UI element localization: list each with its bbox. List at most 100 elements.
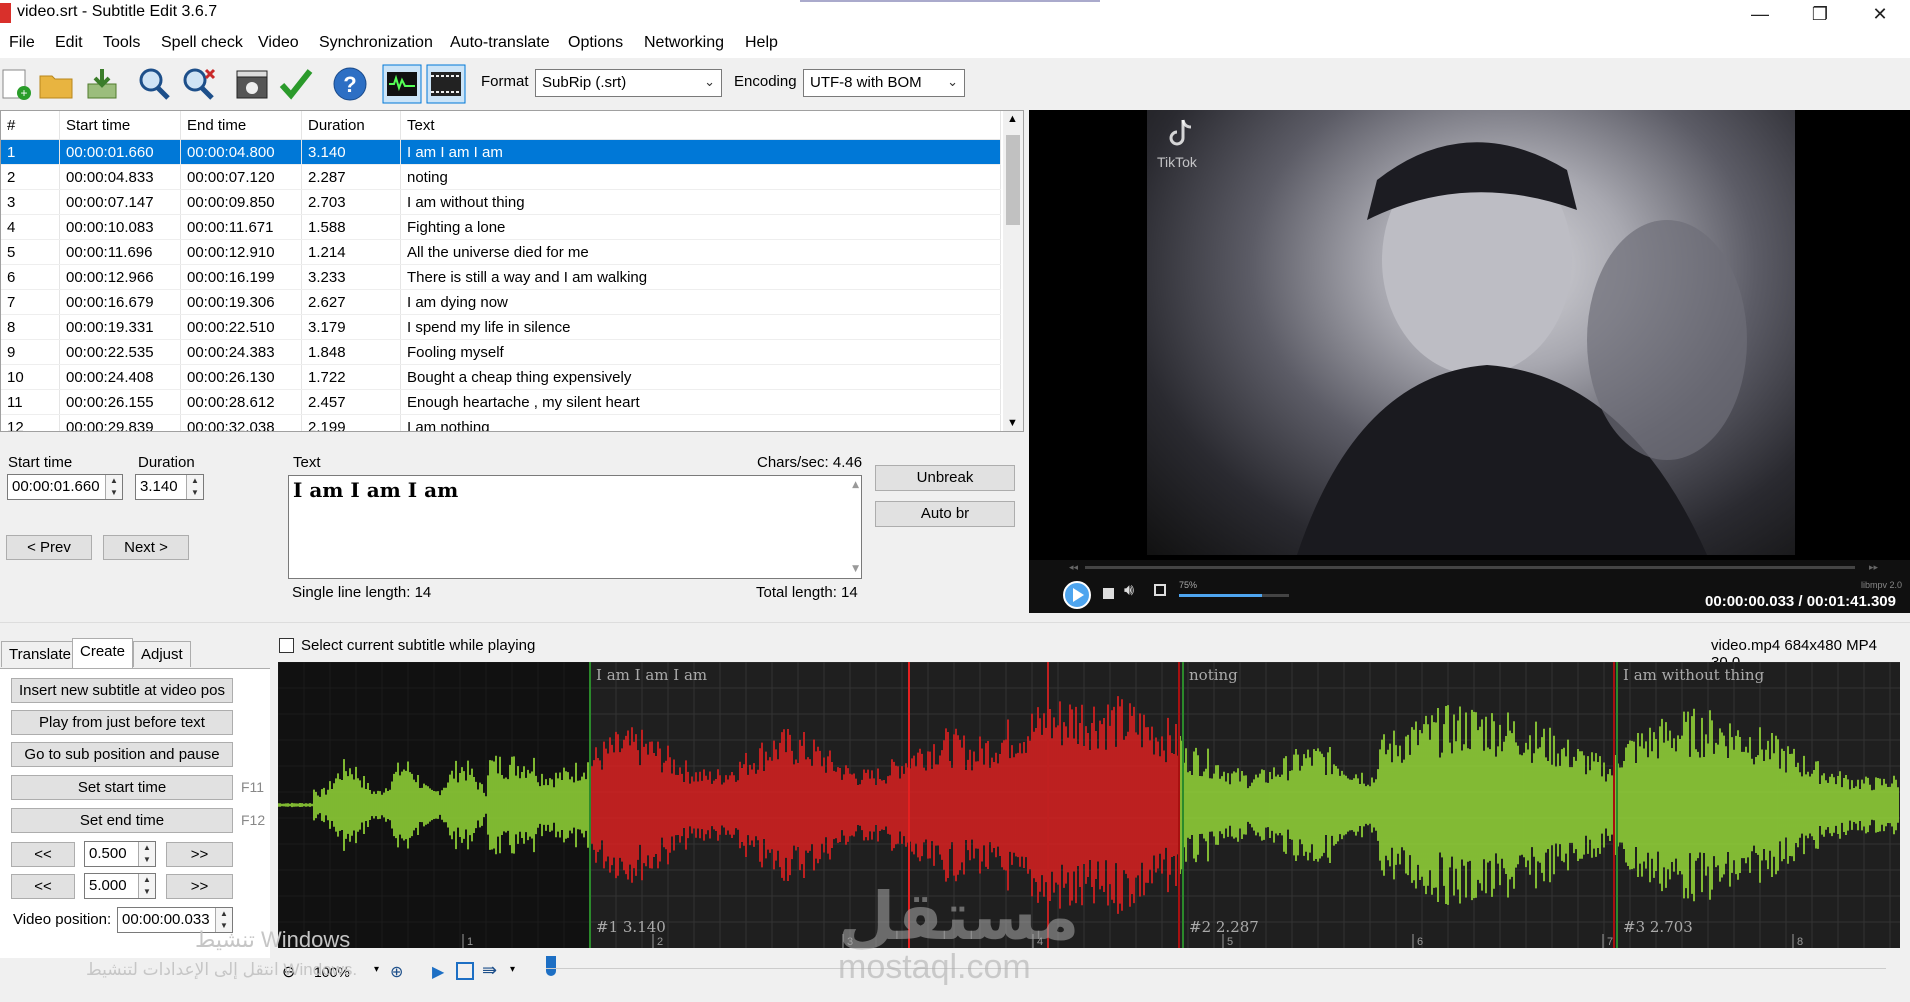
menu-tools[interactable]: Tools (103, 34, 140, 52)
close-button[interactable]: ✕ (1850, 0, 1910, 28)
seek-back-icon[interactable]: ◂◂ (1069, 562, 1078, 573)
table-row[interactable]: 7 00:00:16.679 00:00:19.306 2.627 I am dying… (1, 289, 1001, 315)
table-row[interactable]: 3 00:00:07.147 00:00:09.850 2.703 I am witho… (1, 189, 1001, 215)
volume-slider[interactable] (1179, 594, 1289, 597)
table-row[interactable]: 2 00:00:04.833 00:00:07.120 2.287 noting (1, 164, 1001, 190)
row-start-time: 00:00:29.839 (59, 414, 181, 431)
tab-translate[interactable]: Translate (1, 641, 79, 667)
menu-edit[interactable]: Edit (55, 34, 83, 52)
next-button[interactable]: Next > (103, 535, 189, 560)
select-current-checkbox[interactable] (279, 638, 294, 653)
format-select[interactable]: SubRip (.srt) ⌄ (535, 69, 722, 97)
spell-check-icon[interactable] (278, 66, 314, 102)
chevron-down-icon[interactable]: ▾ (374, 964, 379, 975)
grid-scrollbar[interactable]: ▲ ▼ (1003, 111, 1023, 431)
step-back-large-button[interactable]: << (11, 874, 75, 899)
position-slider-track[interactable] (546, 968, 1886, 969)
small-step-input[interactable]: 0.500 ▲ ▼ (84, 841, 156, 867)
column-header-text[interactable]: Text (400, 111, 1001, 140)
find-icon[interactable] (136, 66, 172, 102)
visual-sync-icon[interactable] (234, 66, 270, 102)
step-back-small-button[interactable]: << (11, 842, 75, 867)
scroll-down-icon[interactable]: ▼ (852, 564, 859, 574)
subtitle-grid[interactable]: # Start time End time Duration Text 1 00:… (0, 110, 1024, 432)
encoding-select[interactable]: UTF-8 with BOM ⌄ (803, 69, 965, 97)
scroll-down-icon[interactable]: ▼ (1007, 417, 1018, 429)
step-forward-large-button[interactable]: >> (166, 874, 233, 899)
column-header-duration[interactable]: Duration (301, 111, 401, 140)
volume-icon[interactable]: 🔊︎ (1124, 582, 1134, 600)
video-toggle-icon[interactable] (426, 64, 466, 104)
spin-arrows-icon[interactable]: ▲ ▼ (138, 874, 155, 898)
replace-icon[interactable] (180, 66, 216, 102)
menu-video[interactable]: Video (258, 34, 299, 52)
segment-3-text: I am without thing (1623, 666, 1765, 684)
column-header-number[interactable]: # (1, 111, 60, 140)
menu-file[interactable]: File (9, 34, 35, 52)
zoom-in-icon[interactable]: ⊕ (390, 962, 403, 982)
set-end-shortcut: F12 (241, 812, 266, 828)
table-row[interactable]: 12 00:00:29.839 00:00:32.038 2.199 I am noth… (1, 414, 1001, 431)
menu-synchronization[interactable]: Synchronization (319, 34, 433, 52)
tab-create[interactable]: Create (72, 638, 134, 668)
fullscreen-icon[interactable] (1154, 584, 1166, 596)
position-slider-thumb[interactable] (546, 956, 556, 976)
maximize-button[interactable]: ❐ (1790, 0, 1850, 28)
save-icon[interactable] (84, 66, 120, 102)
play-waveform-icon[interactable]: ▶ (432, 962, 444, 982)
video-seek-bar[interactable] (1085, 566, 1855, 569)
set-start-time-button[interactable]: Set start time (11, 775, 233, 800)
seek-forward-icon[interactable]: ▸▸ (1869, 562, 1878, 573)
volume-percent: 75% (1179, 580, 1198, 590)
spin-arrows-icon[interactable]: ▲ ▼ (105, 475, 122, 499)
chevron-down-icon[interactable]: ▾ (510, 964, 515, 975)
step-forward-small-button[interactable]: >> (166, 842, 233, 867)
play-icon[interactable] (1062, 580, 1092, 610)
help-icon[interactable]: ? (332, 66, 368, 102)
spin-arrows-icon[interactable]: ▲ ▼ (186, 475, 203, 499)
table-row[interactable]: 10 00:00:24.408 00:00:26.130 1.722 Bought a … (1, 364, 1001, 390)
format-value: SubRip (.srt) (542, 74, 627, 91)
menu-options[interactable]: Options (568, 34, 623, 52)
table-row[interactable]: 8 00:00:19.331 00:00:22.510 3.179 I spend my… (1, 314, 1001, 340)
insert-subtitle-button[interactable]: Insert new subtitle at video pos (11, 678, 233, 703)
menu-spell-check[interactable]: Spell check (161, 34, 243, 52)
waveform-toggle-icon[interactable] (382, 64, 422, 104)
menu-help[interactable]: Help (745, 34, 778, 52)
new-file-icon[interactable]: + (0, 66, 36, 102)
scroll-thumb[interactable] (1006, 135, 1020, 225)
open-folder-icon[interactable] (38, 66, 74, 102)
table-row[interactable]: 11 00:00:26.155 00:00:28.612 2.457 Enough he… (1, 389, 1001, 415)
tab-adjust[interactable]: Adjust (133, 641, 191, 667)
grid-layout-icon[interactable] (456, 962, 474, 980)
table-row[interactable]: 5 00:00:11.696 00:00:12.910 1.214 All the un… (1, 239, 1001, 265)
spin-arrows-icon[interactable]: ▲ ▼ (138, 842, 155, 866)
go-to-sub-pause-button[interactable]: Go to sub position and pause (11, 742, 233, 767)
scroll-up-icon[interactable]: ▲ (852, 480, 859, 490)
column-header-end[interactable]: End time (180, 111, 302, 140)
duration-input[interactable]: 3.140 ▲ ▼ (135, 474, 204, 500)
table-row[interactable]: 6 00:00:12.966 00:00:16.199 3.233 There is s… (1, 264, 1001, 290)
prev-button[interactable]: < Prev (6, 535, 92, 560)
row-duration: 1.588 (301, 214, 401, 240)
menu-auto-translate[interactable]: Auto-translate (450, 34, 550, 52)
table-row[interactable]: 1 00:00:01.660 00:00:04.800 3.140 I am I am … (1, 139, 1001, 165)
row-duration: 1.848 (301, 339, 401, 365)
table-row[interactable]: 4 00:00:10.083 00:00:11.671 1.588 Fighting a… (1, 214, 1001, 240)
follow-arrow-icon[interactable]: ⇛ (482, 960, 497, 981)
audio-waveform[interactable]: I am I am I am noting I am without thing… (278, 662, 1900, 948)
minimize-button[interactable]: — (1730, 0, 1790, 28)
row-text: Fooling myself (400, 339, 1001, 365)
table-row[interactable]: 9 00:00:22.535 00:00:24.383 1.848 Fooling my… (1, 339, 1001, 365)
auto-br-button[interactable]: Auto br (875, 501, 1015, 527)
play-before-text-button[interactable]: Play from just before text (11, 710, 233, 735)
start-time-input[interactable]: 00:00:01.660 ▲ ▼ (7, 474, 123, 500)
unbreak-button[interactable]: Unbreak (875, 465, 1015, 491)
subtitle-text-editor[interactable]: I am I am I am ▲ ▼ (288, 475, 862, 579)
large-step-input[interactable]: 5.000 ▲ ▼ (84, 873, 156, 899)
set-end-time-button[interactable]: Set end time (11, 808, 233, 833)
column-header-start[interactable]: Start time (59, 111, 181, 140)
scroll-up-icon[interactable]: ▲ (1007, 113, 1018, 125)
menu-networking[interactable]: Networking (644, 34, 724, 52)
stop-icon[interactable] (1103, 588, 1114, 599)
